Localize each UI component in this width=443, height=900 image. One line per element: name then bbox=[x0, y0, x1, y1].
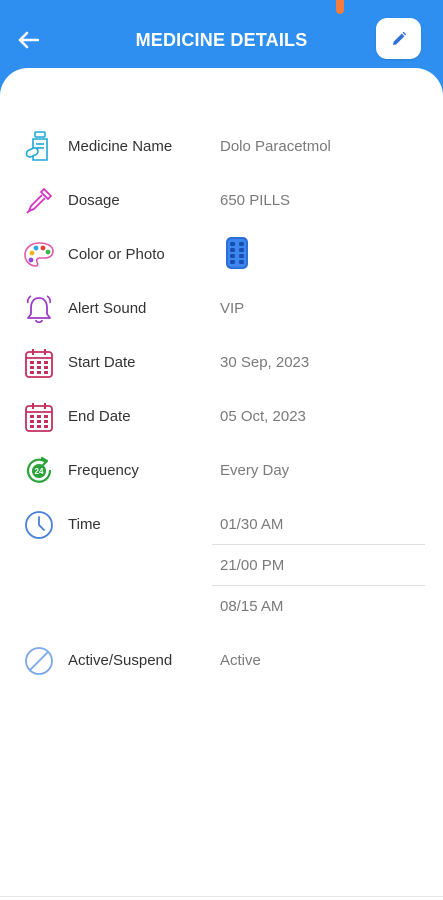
medicine-bottle-icon bbox=[22, 130, 56, 164]
divider bbox=[0, 896, 443, 897]
time-item[interactable]: 01/30 AM bbox=[212, 504, 425, 545]
active-suspend-value: Active bbox=[220, 652, 261, 669]
time-value: 01/30 AM bbox=[220, 516, 284, 533]
svg-text:24: 24 bbox=[35, 467, 44, 476]
block-icon bbox=[22, 644, 56, 678]
start-date-row: Start Date 30 Sep, 2023 bbox=[0, 342, 443, 382]
frequency-value: Every Day bbox=[220, 462, 290, 479]
active-suspend-row: Active/Suspend Active bbox=[0, 640, 443, 680]
medicine-name-value: Dolo Paracetmol bbox=[220, 138, 331, 155]
clock-icon bbox=[22, 508, 56, 542]
start-date-label: Start Date bbox=[68, 354, 136, 371]
end-date-value: 05 Oct, 2023 bbox=[220, 408, 306, 425]
end-date-label: End Date bbox=[68, 408, 131, 425]
medicine-name-row: Medicine Name Dolo Paracetmol bbox=[0, 126, 443, 166]
bell-icon bbox=[22, 292, 56, 326]
end-date-row: End Date 05 Oct, 2023 bbox=[0, 396, 443, 436]
time-value: 21/00 PM bbox=[220, 557, 285, 574]
time-label: Time bbox=[68, 516, 101, 533]
alert-sound-value: VIP bbox=[220, 300, 245, 317]
dosage-label: Dosage bbox=[68, 192, 120, 209]
calendar-icon bbox=[22, 346, 56, 380]
dosage-value: 650 PILLS bbox=[220, 192, 291, 209]
active-suspend-label: Active/Suspend bbox=[68, 652, 173, 669]
24-hour-icon: 24 bbox=[22, 454, 56, 488]
time-item[interactable]: 21/00 PM bbox=[212, 545, 425, 586]
color-photo-row: Color or Photo bbox=[0, 234, 443, 274]
time-item[interactable]: 08/15 AM bbox=[212, 586, 425, 626]
dropper-icon bbox=[22, 184, 56, 218]
time-value: 08/15 AM bbox=[220, 598, 284, 615]
palette-icon bbox=[22, 238, 56, 272]
details-card: Medicine Name Dolo Paracetmol Dosage 650… bbox=[0, 68, 443, 900]
frequency-row: 24 Frequency Every Day bbox=[0, 450, 443, 490]
start-date-value: 30 Sep, 2023 bbox=[220, 354, 310, 371]
alert-sound-label: Alert Sound bbox=[68, 300, 147, 317]
dosage-row: Dosage 650 PILLS bbox=[0, 180, 443, 220]
edit-button[interactable] bbox=[376, 18, 421, 59]
alert-sound-row: Alert Sound VIP bbox=[0, 288, 443, 328]
calendar-icon bbox=[22, 400, 56, 434]
frequency-label: Frequency bbox=[68, 462, 139, 479]
pill-blister-icon[interactable] bbox=[224, 236, 250, 270]
color-photo-label: Color or Photo bbox=[68, 246, 165, 263]
pencil-icon bbox=[392, 31, 406, 45]
medicine-name-label: Medicine Name bbox=[68, 138, 173, 155]
